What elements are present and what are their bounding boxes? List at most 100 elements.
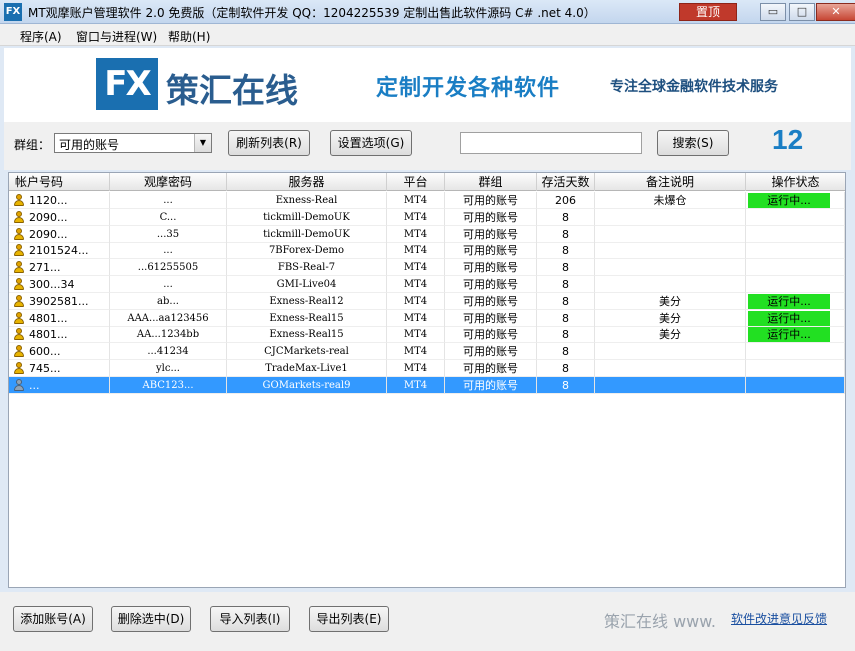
table-row[interactable]: 1120...... Exness-Real MT4 可用的账号 206 未爆仓 运行中..… [9,192,845,209]
search-button[interactable]: 搜索(S) [657,130,729,156]
col-group[interactable]: 群组 [445,173,537,191]
cell-status [746,376,845,394]
col-account[interactable]: 帐户号码 [9,173,110,191]
window-title: MT观摩账户管理软件 2.0 免费版（定制软件开发 QQ：1204225539 … [28,6,596,20]
cell-server: tickmill-DemoUK [227,208,387,226]
cell-status: 运行中... [746,326,845,344]
cell-platform: MT4 [387,326,445,344]
maximize-button[interactable]: □ [789,3,815,21]
cell-days: 8 [537,376,595,394]
table-row[interactable]: 745... ylc... TradeMax-Live1 MT4 可用的账号 8 [9,360,845,377]
chevron-down-icon[interactable]: ▼ [194,134,211,152]
status-badge: 运行中... [748,293,830,309]
banner: FX 策汇在线 定制开发各种软件 专注全球金融软件技术服务 [4,48,851,122]
cell-days: 8 [537,259,595,277]
account-number: 4801... [29,328,68,342]
group-select-value: 可用的账号 [59,138,120,152]
table-row[interactable]: ... ABC123... GOMarkets-real9 MT4 可用的账号 8 [9,376,845,394]
pin-on-top-button[interactable]: 置顶 [679,3,737,21]
import-list-button[interactable]: 导入列表(I) [210,606,290,632]
table-row[interactable]: 4801... AA...1234bb Exness-Real15 MT4 可用的账号 8… [9,326,845,344]
menu-program[interactable]: 程序(A) [20,28,62,45]
table-row[interactable]: 271... ...61255505 FBS-Real-7 MT4 可用的账号 8 [9,259,845,277]
cell-note [595,259,746,277]
table-row[interactable]: 4801... AAA...aa123456 Exness-Real15 MT4 可用的… [9,309,845,327]
cell-group: 可用的账号 [445,259,537,277]
settings-button[interactable]: 设置选项(G) [330,130,412,156]
cell-status: 运行中... [746,192,845,209]
table-row[interactable]: 300...34... GMI-Live04 MT4 可用的账号 8 [9,276,845,293]
cell-account: 745... [9,360,110,377]
col-days[interactable]: 存活天数 [537,173,595,191]
slogan-sub: 专注全球金融软件技术服务 [610,79,778,95]
cell-password: ...41234 [110,343,227,361]
table-row[interactable]: 2090... C... tickmill-DemoUK MT4 可用的账号 8 [9,208,845,226]
table-row[interactable]: 3902581... ab... Exness-Real12 MT4 可用的账号 8 美分运… [9,292,845,310]
cell-platform: MT4 [387,360,445,377]
title-bar[interactable]: FX MT观摩账户管理软件 2.0 免费版（定制软件开发 QQ：12042255… [0,0,855,24]
cell-server: tickmill-DemoUK [227,225,387,243]
user-icon [13,362,24,374]
cell-server: Exness-Real15 [227,309,387,327]
cell-password: AAA...aa123456 [110,309,227,327]
cell-account: 4801... [9,326,110,344]
user-icon [13,227,24,240]
menu-window-process[interactable]: 窗口与进程(W) [76,28,157,45]
cell-server: Exness-Real12 [227,292,387,310]
brand-name: 策汇在线 [166,71,298,110]
cell-account: 4801... [9,309,110,327]
col-status[interactable]: 操作状态 [746,173,845,191]
refresh-list-button[interactable]: 刷新列表(R) [228,130,310,156]
account-number: 600... [29,345,61,359]
cell-server: CJCMarkets-real [227,343,387,361]
table-row[interactable]: 2101524...... 7BForex-Demo MT4 可用的账号 8 [9,242,845,260]
account-number: 3902581... [29,294,89,308]
cell-platform: MT4 [387,309,445,327]
minimize-icon: ▭ [767,5,779,18]
minimize-button[interactable]: ▭ [760,3,786,21]
cell-platform: MT4 [387,225,445,243]
watermark: 策汇在线 www. [604,612,716,631]
feedback-link[interactable]: 软件改进意见反馈 [731,610,827,627]
close-button[interactable]: ✕ [816,3,855,21]
slogan-main: 定制开发各种软件 [376,76,561,101]
accounts-table[interactable]: 帐户号码 观摩密码 服务器 平台 群组 存活天数 备注说明 操作状态 1120.… [8,172,846,588]
account-number: 2101524... [29,244,89,258]
cell-platform: MT4 [387,343,445,361]
user-icon [13,378,24,391]
cell-status [746,208,845,226]
col-note[interactable]: 备注说明 [595,173,746,191]
menu-help[interactable]: 帮助(H) [168,28,210,45]
user-icon [13,261,24,274]
table-row[interactable]: 600... ...41234 CJCMarkets-real MT4 可用的账号 8 [9,343,845,361]
delete-selected-button[interactable]: 删除选中(D) [111,606,191,632]
menu-bar: 程序(A) 窗口与进程(W) 帮助(H) [0,24,855,46]
account-number: ... [29,378,40,392]
col-platform[interactable]: 平台 [387,173,445,191]
cell-days: 8 [537,242,595,260]
table-row[interactable]: 2090... ...35 tickmill-DemoUK MT4 可用的账号 8 [9,225,845,243]
cell-status [746,225,845,243]
cell-note: 美分 [595,326,746,344]
export-list-button[interactable]: 导出列表(E) [309,606,389,632]
group-select[interactable]: 可用的账号 ▼ [54,133,212,153]
add-account-button[interactable]: 添加账号(A) [13,606,93,632]
cell-password: ... [110,276,227,293]
bottom-bar: 添加账号(A) 删除选中(D) 导入列表(I) 导出列表(E) 策汇在线 www… [0,592,855,651]
cell-server: TradeMax-Live1 [227,360,387,377]
cell-platform: MT4 [387,376,445,394]
account-number: 4801... [29,311,68,325]
cell-password: ... [110,242,227,260]
account-number: 2090... [29,227,68,241]
cell-group: 可用的账号 [445,208,537,226]
cell-days: 8 [537,360,595,377]
cell-platform: MT4 [387,292,445,310]
account-number: 300...34 [29,278,75,291]
col-server[interactable]: 服务器 [227,173,387,191]
cell-note: 美分 [595,292,746,310]
col-password[interactable]: 观摩密码 [110,173,227,191]
search-input[interactable] [460,132,642,154]
cell-note: 美分 [595,309,746,327]
cell-status: 运行中... [746,292,845,310]
cell-password: ...35 [110,225,227,243]
